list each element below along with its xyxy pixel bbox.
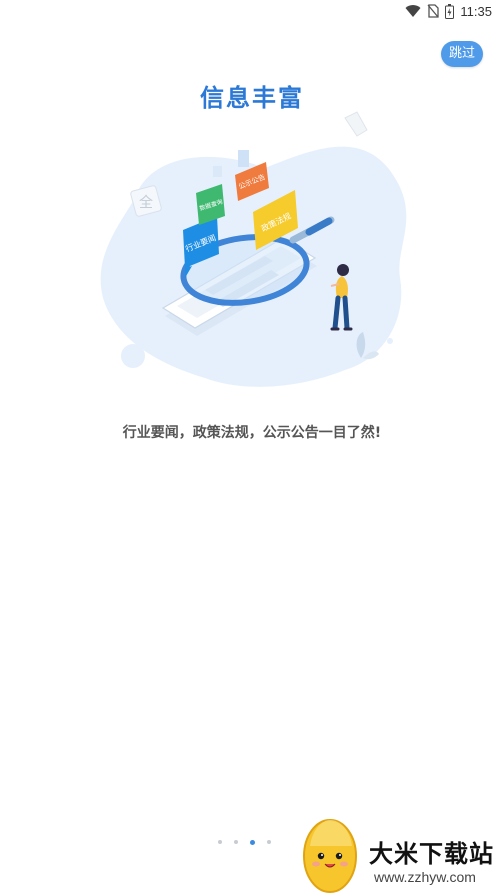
wifi-icon <box>405 5 421 18</box>
page-indicator <box>218 837 271 847</box>
status-bar: 11:35 <box>0 0 504 22</box>
page-dot <box>234 840 238 844</box>
watermark: 大米下载站 www.zzhyw.com <box>296 806 504 896</box>
watermark-name: 大米下载站 <box>369 840 494 868</box>
info-illustration: 全 行业要闻 数据查询 公示公告 政策法规 <box>100 111 407 387</box>
sim-off-icon <box>427 4 440 18</box>
watermark-url: www.zzhyw.com <box>374 869 476 885</box>
page-subtitle: 行业要闻，政策法规，公示公告一目了然! <box>122 425 382 441</box>
glyph-text: 全 <box>139 194 153 211</box>
skip-button[interactable]: 跳过 <box>441 41 483 67</box>
status-time: 11:35 <box>460 3 492 19</box>
mascot-logo <box>303 819 357 893</box>
battery-icon <box>445 3 455 19</box>
status-icons: 11:35 <box>405 3 492 19</box>
page-dot-active <box>250 839 255 845</box>
page-dot <box>218 840 222 844</box>
page-dot <box>267 840 271 844</box>
